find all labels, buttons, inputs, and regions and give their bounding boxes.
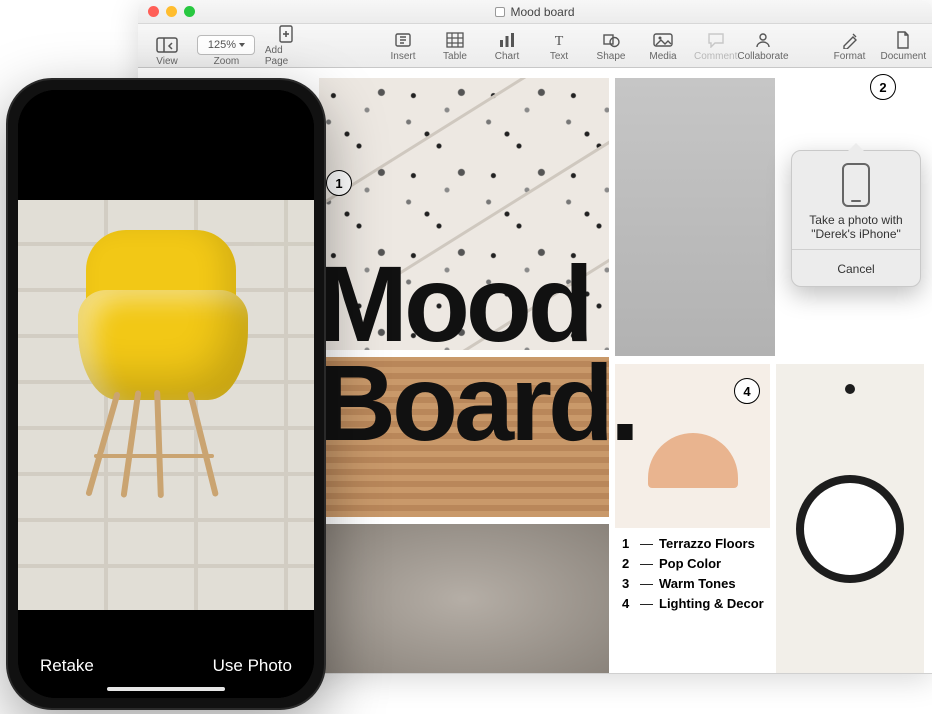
toolbar-media[interactable]: Media <box>642 30 684 62</box>
callout-4[interactable]: 4 <box>734 378 760 404</box>
zoom-window-button[interactable] <box>184 6 195 17</box>
zoom-select[interactable]: 125% <box>197 35 255 55</box>
toolbar-insert[interactable]: Insert <box>382 30 424 62</box>
toolbar-comment: Comment <box>694 30 737 62</box>
toolbar-document[interactable]: Document <box>881 30 927 62</box>
media-icon <box>652 30 674 50</box>
iphone-device: Retake Use Photo <box>6 78 326 710</box>
format-icon <box>839 30 861 50</box>
insert-icon <box>392 30 414 50</box>
continuity-camera-popover: Take a photo with "Derek's iPhone" Cance… <box>791 150 921 287</box>
image-fur[interactable] <box>319 524 609 673</box>
text-icon: T <box>548 30 570 50</box>
svg-text:T: T <box>555 34 564 48</box>
use-photo-button[interactable]: Use Photo <box>213 656 292 676</box>
chart-icon <box>496 30 518 50</box>
iphone-notch <box>96 90 236 114</box>
legend-row: 2—Pop Color <box>622 554 764 574</box>
close-window-button[interactable] <box>148 6 159 17</box>
window-titlebar: Mood board <box>138 0 932 24</box>
legend-row: 1—Terrazzo Floors <box>622 534 764 554</box>
sidebar-icon <box>156 35 178 55</box>
popover-message: Take a photo with "Derek's iPhone" <box>800 213 912 241</box>
popover-cancel-button[interactable]: Cancel <box>800 258 912 278</box>
toolbar-shape[interactable]: Shape <box>590 30 632 62</box>
toolbar-format[interactable]: Format <box>829 30 871 62</box>
add-page-icon <box>275 24 297 44</box>
toolbar-zoom[interactable]: 125% Zoom <box>198 35 255 67</box>
window-controls <box>148 6 195 17</box>
retake-button[interactable]: Retake <box>40 656 94 676</box>
toolbar-collaborate[interactable]: Collaborate <box>737 30 788 62</box>
document-title: Mood board <box>495 5 574 19</box>
toolbar-chart[interactable]: Chart <box>486 30 528 62</box>
minimize-window-button[interactable] <box>166 6 177 17</box>
shape-icon <box>600 30 622 50</box>
legend-row: 3—Warm Tones <box>622 574 764 594</box>
iphone-screen: Retake Use Photo <box>18 90 314 698</box>
hero-title[interactable]: Mood Board. <box>318 254 636 453</box>
legend[interactable]: 1—Terrazzo Floors 2—Pop Color 3—Warm Ton… <box>622 534 764 615</box>
callout-2[interactable]: 2 <box>870 74 896 100</box>
toolbar-table[interactable]: Table <box>434 30 476 62</box>
comment-icon <box>705 30 727 50</box>
toolbar-view[interactable]: View <box>146 35 188 67</box>
legend-row: 4—Lighting & Decor <box>622 594 764 614</box>
iphone-icon <box>842 163 870 207</box>
collaborate-icon <box>752 30 774 50</box>
callout-1[interactable]: 1 <box>326 170 352 196</box>
toolbar-add-page[interactable]: Add Page <box>265 24 308 67</box>
toolbar: View 125% Zoom Add Page Insert <box>138 24 932 68</box>
table-icon <box>444 30 466 50</box>
yellow-chair <box>48 230 278 490</box>
camera-photo-preview <box>18 200 314 610</box>
image-concrete[interactable] <box>615 78 775 356</box>
home-indicator[interactable] <box>107 687 225 691</box>
image-mirror[interactable] <box>776 364 924 673</box>
toolbar-text[interactable]: T Text <box>538 30 580 62</box>
camera-preview-area: Retake Use Photo <box>18 90 314 698</box>
document-icon <box>892 30 914 50</box>
